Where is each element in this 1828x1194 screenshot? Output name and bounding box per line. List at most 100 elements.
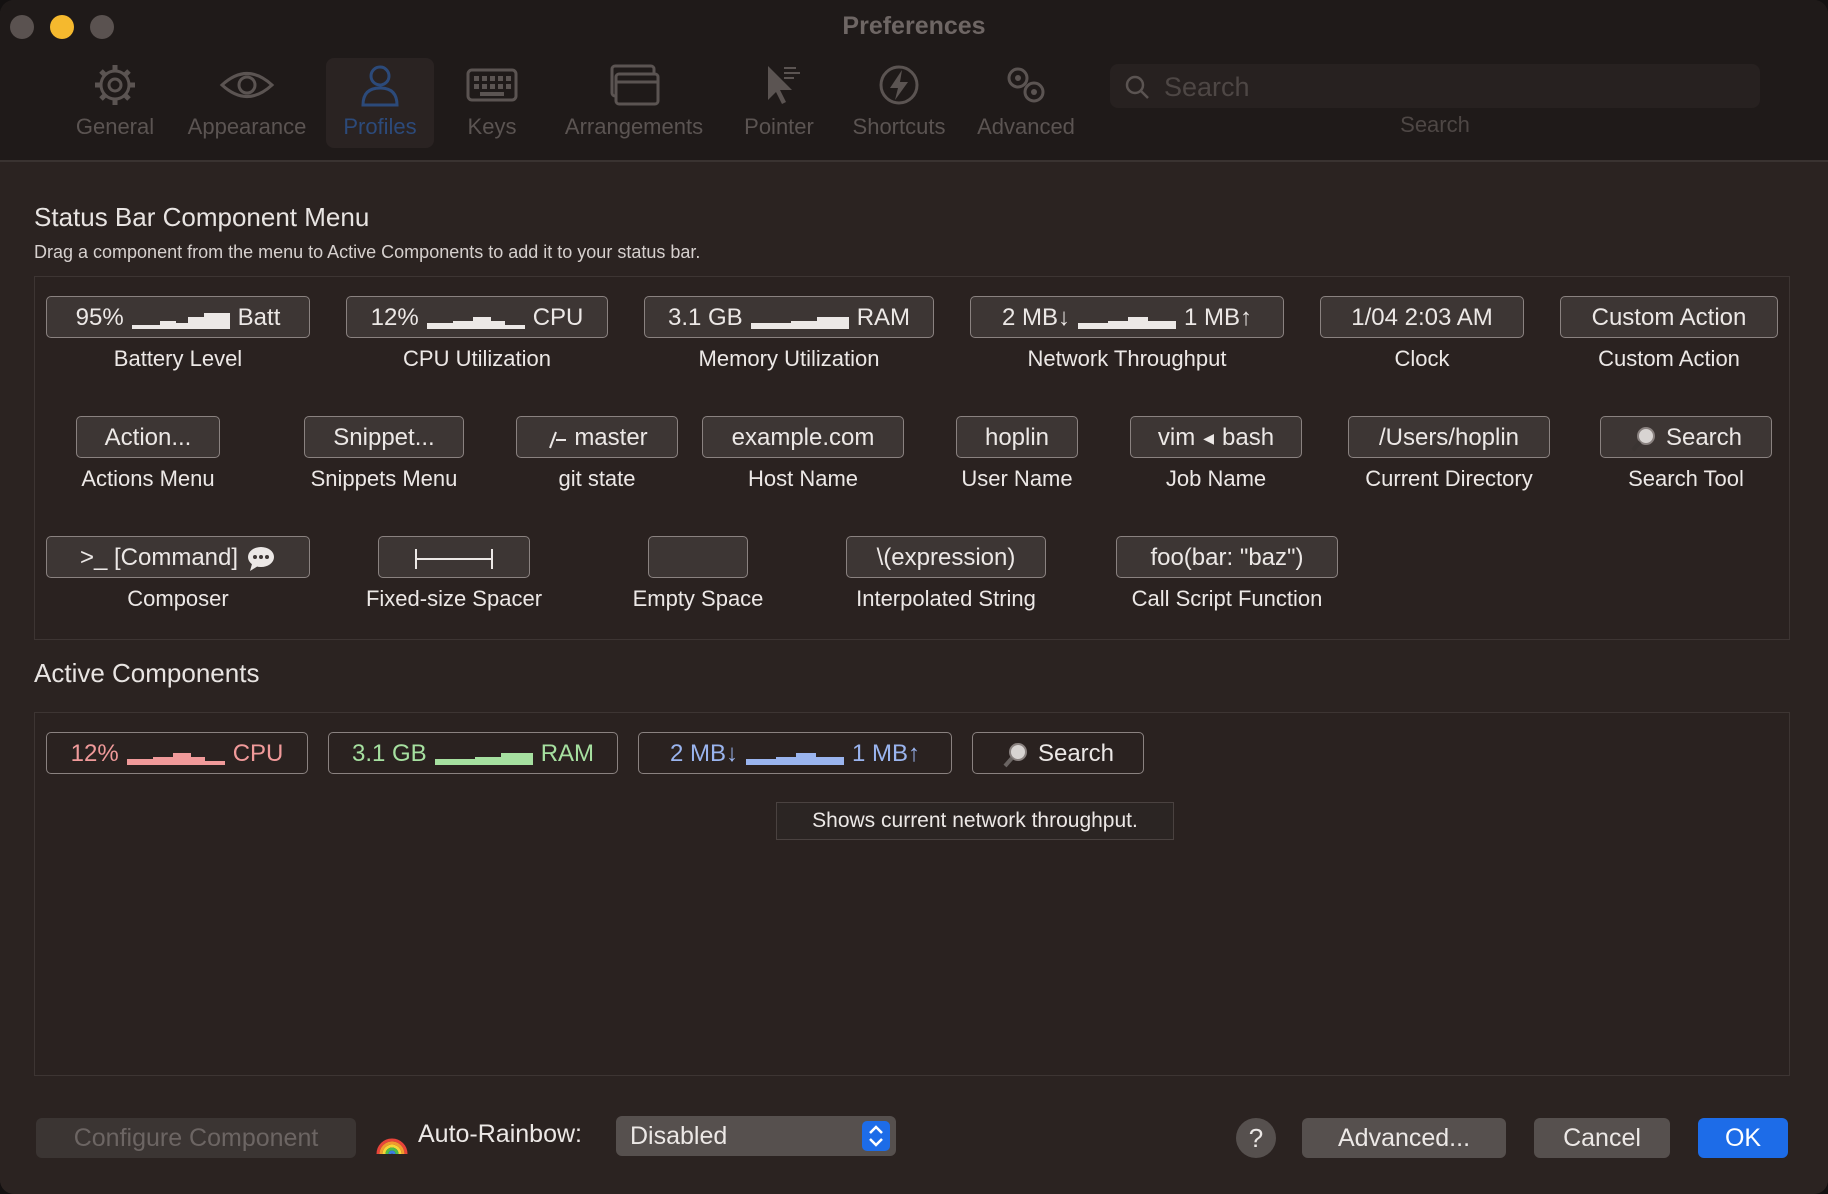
sparkline (131, 312, 230, 329)
actions-menu-chip[interactable]: Action... (76, 416, 220, 458)
clock-chip[interactable]: 1/04 2:03 AM (1320, 296, 1524, 338)
tab-keys[interactable]: Keys (450, 58, 534, 148)
composer-text: >_ [Command] (79, 544, 239, 571)
snippets-menu-label: Snippets Menu (310, 466, 458, 491)
chip-value: 95% (75, 304, 124, 331)
cancel-button[interactable]: Cancel (1534, 1118, 1670, 1158)
battery-level-label: Battery Level (113, 346, 243, 371)
sparkline (750, 316, 849, 329)
help-button[interactable]: ? (1236, 1118, 1276, 1158)
configure-component-button[interactable]: Configure Component (36, 1118, 356, 1158)
git-branch-name: master (574, 424, 648, 451)
sparkline (126, 752, 225, 765)
git-state-label: git state (558, 466, 636, 491)
tab-pointer[interactable]: Pointer (734, 58, 824, 148)
tab-label: Shortcuts (852, 114, 946, 139)
keyboard-icon (466, 68, 518, 102)
battery-level-chip[interactable]: 95% Batt (46, 296, 310, 338)
tab-advanced[interactable]: Advanced (970, 58, 1082, 148)
advanced-button[interactable]: Advanced... (1302, 1118, 1506, 1158)
windows-icon (610, 64, 660, 106)
tab-arrangements[interactable]: Arrangements (556, 58, 712, 148)
interpolated-string-label: Interpolated String (856, 586, 1036, 611)
branch-icon (549, 431, 567, 449)
tooltip: Shows current network throughput. (776, 802, 1174, 840)
memory-utilization-chip[interactable]: 3.1 GB RAM (644, 296, 934, 338)
active-search-chip[interactable]: Search (972, 732, 1144, 774)
host-name-label: Host Name (747, 466, 859, 491)
chip-unit: CPU (232, 740, 284, 767)
search-caption: Search (1400, 112, 1470, 137)
magnifier-icon (1003, 742, 1027, 767)
gear-icon (95, 65, 135, 105)
tab-label: Advanced (977, 114, 1075, 139)
auto-rainbow-label: Auto-Rainbow: (418, 1120, 582, 1148)
active-network-chip[interactable]: 2 MB↓ 1 MB↑ (638, 732, 952, 774)
spacer-bracket-icon (415, 548, 493, 569)
network-throughput-chip[interactable]: 2 MB↓ 1 MB↑ (970, 296, 1284, 338)
clock-label: Clock (1394, 346, 1450, 371)
host-name-chip[interactable]: example.com (702, 416, 904, 458)
chip-unit: 1 MB↑ (852, 740, 921, 767)
job-name-label: Job Name (1165, 466, 1267, 491)
user-name-label: User Name (961, 466, 1073, 491)
composer-chip[interactable]: >_ [Command] (46, 536, 310, 578)
snippets-menu-chip[interactable]: Snippet... (304, 416, 464, 458)
chip-unit: RAM (540, 740, 595, 767)
auto-rainbow-value: Disabled (630, 1122, 728, 1150)
sparkline (426, 316, 525, 329)
fixed-size-spacer-label: Fixed-size Spacer (365, 586, 543, 611)
cpu-utilization-label: CPU Utilization (403, 346, 551, 371)
search-icon (1125, 75, 1149, 99)
empty-space-chip[interactable] (648, 536, 748, 578)
tab-label: Appearance (187, 114, 307, 139)
window-title: Preferences (842, 12, 986, 40)
tab-appearance[interactable]: Appearance (182, 58, 312, 148)
git-state-chip[interactable]: master (516, 416, 678, 458)
chevron-updown-icon (862, 1121, 890, 1151)
speech-bubble-icon (248, 546, 275, 571)
chip-value: 12% (70, 740, 119, 767)
call-script-function-chip[interactable]: foo(bar: "baz") (1116, 536, 1338, 578)
search-field[interactable] (1110, 64, 1760, 108)
tab-label: Pointer (744, 114, 814, 139)
tab-label: Keys (467, 114, 517, 139)
active-cpu-chip[interactable]: 12% CPU (46, 732, 308, 774)
custom-action-chip[interactable]: Custom Action (1560, 296, 1778, 338)
tab-label: Arrangements (564, 114, 704, 139)
active-ram-chip[interactable]: 3.1 GB RAM (328, 732, 618, 774)
toolbar: Preferences General Appearance Profiles … (0, 0, 1828, 160)
lightning-icon (879, 65, 919, 105)
user-name-chip[interactable]: hoplin (956, 416, 1078, 458)
job-parent: bash (1222, 424, 1275, 451)
memory-utilization-label: Memory Utilization (698, 346, 880, 371)
auto-rainbow-select[interactable]: Disabled (616, 1116, 896, 1156)
eye-icon (219, 72, 275, 98)
current-directory-label: Current Directory (1365, 466, 1533, 491)
call-script-function-label: Call Script Function (1131, 586, 1323, 611)
chevron-left-icon: ◀ (1203, 430, 1215, 447)
fixed-size-spacer-chip[interactable] (378, 536, 530, 578)
chip-value: 2 MB↓ (669, 740, 738, 767)
chip-unit: 1 MB↑ (1184, 304, 1253, 331)
menu-subtitle: Drag a component from the menu to Active… (34, 242, 701, 262)
cpu-utilization-chip[interactable]: 12% CPU (346, 296, 608, 338)
tab-profiles[interactable]: Profiles (326, 58, 434, 148)
search-tool-chip[interactable]: Search (1600, 416, 1772, 458)
interpolated-string-chip[interactable]: \(expression) (846, 536, 1046, 578)
ok-button[interactable]: OK (1698, 1118, 1788, 1158)
rainbow-icon (376, 1138, 408, 1155)
composer-label: Composer (127, 586, 229, 611)
sparkline (746, 752, 844, 765)
job-name-chip[interactable]: vim ◀ bash (1130, 416, 1302, 458)
tab-shortcuts[interactable]: Shortcuts (840, 58, 958, 148)
tab-general[interactable]: General (70, 58, 160, 148)
actions-menu-label: Actions Menu (81, 466, 215, 491)
preferences-window: Preferences General Appearance Profiles … (0, 0, 1828, 1194)
search-input[interactable] (1162, 70, 1746, 104)
menu-title: Status Bar Component Menu (34, 202, 370, 232)
search-chip-text: Search (1037, 740, 1115, 767)
current-directory-chip[interactable]: /Users/hoplin (1348, 416, 1550, 458)
active-components-title: Active Components (34, 658, 260, 688)
chip-value: 3.1 GB (667, 304, 743, 331)
